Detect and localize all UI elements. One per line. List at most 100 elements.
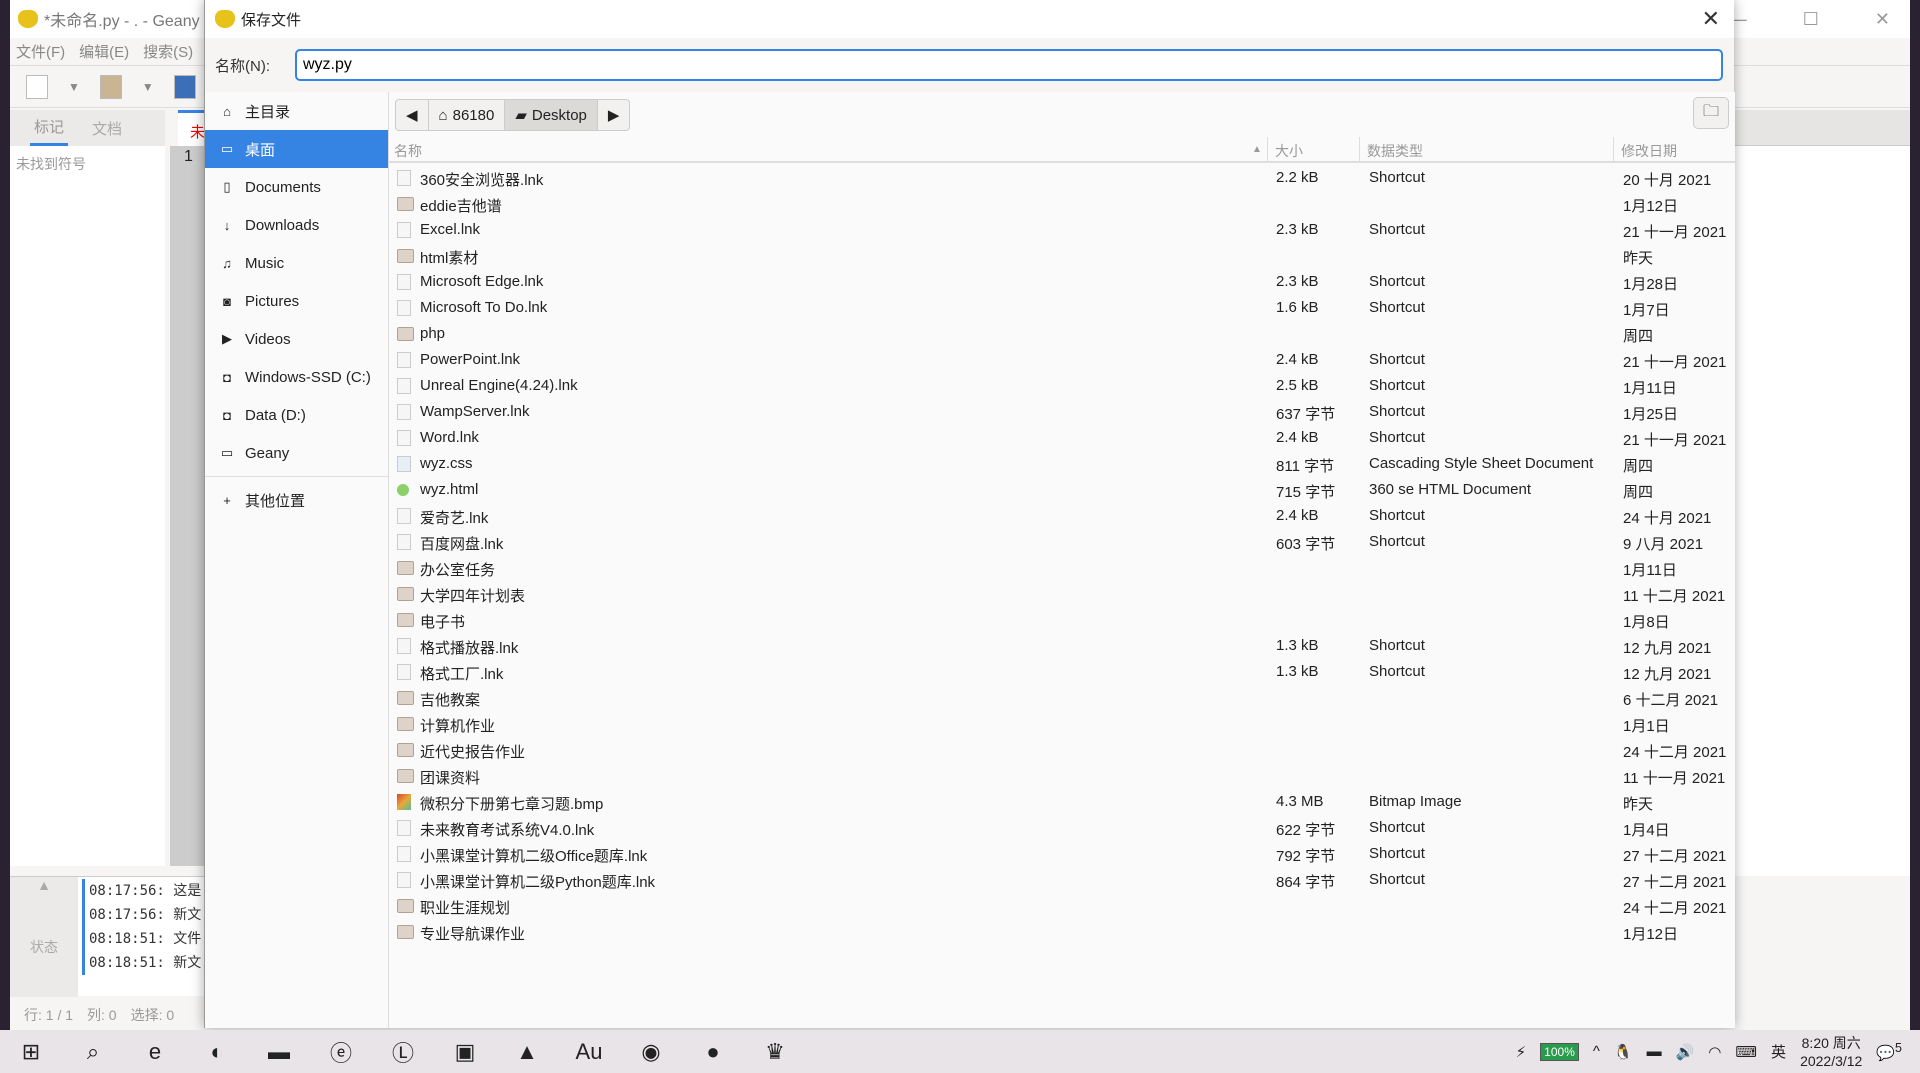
file-row[interactable]: 小黑课堂计算机二级Python题库.lnk 864 字节 Shortcut 27… bbox=[389, 867, 1735, 893]
sidebar-item-other-locations[interactable]: + 其他位置 bbox=[205, 481, 388, 519]
geany-icon[interactable]: ♛ bbox=[744, 1030, 806, 1073]
wifi-icon[interactable]: ◠ bbox=[1708, 1043, 1721, 1061]
file-row[interactable]: PowerPoint.lnk 2.4 kB Shortcut 21 十一月 20… bbox=[389, 347, 1735, 373]
tab-symbols[interactable]: 标记 bbox=[30, 110, 69, 147]
file-row[interactable]: 计算机作业 1月1日 bbox=[389, 711, 1735, 737]
sidebar-item--[interactable]: ⌂ 主目录 bbox=[205, 92, 388, 130]
maximize-icon[interactable]: ☐ bbox=[1803, 9, 1819, 30]
wechat-work-icon[interactable]: ▣ bbox=[434, 1030, 496, 1073]
sidebar-item-music[interactable]: ♫ Music bbox=[205, 244, 388, 282]
file-row[interactable]: Word.lnk 2.4 kB Shortcut 21 十一月 2021 bbox=[389, 425, 1735, 451]
column-modified[interactable]: 修改日期 bbox=[1621, 141, 1677, 161]
file-row[interactable]: 未来教育考试系统V4.0.lnk 622 字节 Shortcut 1月4日 bbox=[389, 815, 1735, 841]
file-row[interactable]: wyz.css 811 字节 Cascading Style Sheet Doc… bbox=[389, 451, 1735, 477]
browser-e-icon[interactable]: ⓔ bbox=[310, 1030, 372, 1073]
lark-icon[interactable]: Ⓛ bbox=[372, 1030, 434, 1073]
chevron-down-icon[interactable]: ▼ bbox=[68, 80, 80, 94]
open-file-icon[interactable] bbox=[99, 74, 122, 99]
sidebar-item-videos[interactable]: ▶ Videos bbox=[205, 320, 388, 358]
sidebar-item-data-d-[interactable]: ◘ Data (D:) bbox=[205, 396, 388, 434]
path-home-button[interactable]: ⌂ 86180 bbox=[429, 100, 506, 130]
search-icon[interactable]: ⌕ bbox=[62, 1030, 124, 1073]
keyboard-icon[interactable]: ⌨ bbox=[1735, 1043, 1757, 1061]
file-row[interactable]: wyz.html 715 字节 360 se HTML Document 周四 bbox=[389, 477, 1735, 503]
menu-file[interactable]: 文件(F) bbox=[16, 41, 65, 62]
filename-input[interactable] bbox=[295, 49, 1723, 81]
file-row[interactable]: 360安全浏览器.lnk 2.2 kB Shortcut 20 十月 2021 bbox=[389, 165, 1735, 191]
file-row[interactable]: 职业生涯规划 24 十二月 2021 bbox=[389, 893, 1735, 919]
file-size: 2.2 kB bbox=[1276, 169, 1319, 186]
sidebar-item-documents[interactable]: ▯ Documents bbox=[205, 168, 388, 206]
drive-icon: ◘ bbox=[223, 407, 231, 423]
file-row[interactable]: 电子书 1月8日 bbox=[389, 607, 1735, 633]
file-size: 603 字节 bbox=[1276, 536, 1336, 553]
close-icon[interactable]: ✕ bbox=[1875, 9, 1890, 30]
chevron-up-icon[interactable]: ▲ bbox=[10, 877, 78, 893]
file-row[interactable]: 专业导航课作业 1月12日 bbox=[389, 919, 1735, 945]
column-name[interactable]: 名称 bbox=[394, 141, 422, 161]
qq-icon[interactable]: 🐧 bbox=[1614, 1043, 1633, 1061]
path-back-button[interactable]: ◀ bbox=[396, 100, 429, 130]
name-row: 名称(N): bbox=[205, 38, 1734, 92]
file-row[interactable]: eddie吉他谱 1月12日 bbox=[389, 191, 1735, 217]
file-row[interactable]: 团课资料 11 十一月 2021 bbox=[389, 763, 1735, 789]
audition-icon[interactable]: Au bbox=[558, 1030, 620, 1073]
menu-edit[interactable]: 编辑(E) bbox=[79, 41, 129, 62]
tab-status[interactable]: 状态 bbox=[10, 937, 78, 957]
column-type[interactable]: 数据类型 bbox=[1367, 141, 1423, 161]
chevron-up-icon[interactable]: ^ bbox=[1593, 1043, 1600, 1060]
tab-documents[interactable]: 文档 bbox=[92, 118, 122, 139]
close-icon[interactable]: ✕ bbox=[1702, 6, 1720, 32]
sidebar-item--[interactable]: ▭ 桌面 bbox=[205, 130, 388, 168]
file-row[interactable]: 大学四年计划表 11 十二月 2021 bbox=[389, 581, 1735, 607]
file-row[interactable]: 爱奇艺.lnk 2.4 kB Shortcut 24 十月 2021 bbox=[389, 503, 1735, 529]
photos-icon[interactable]: ▲ bbox=[496, 1030, 558, 1073]
file-modified: 1月25日 bbox=[1623, 406, 1679, 423]
new-folder-button[interactable]: 🗀 bbox=[1693, 97, 1729, 129]
path-desktop-button[interactable]: ▰ Desktop bbox=[505, 100, 598, 130]
sidebar-item-downloads[interactable]: ↓ Downloads bbox=[205, 206, 388, 244]
file-row[interactable]: 吉他教案 6 十二月 2021 bbox=[389, 685, 1735, 711]
path-forward-button[interactable]: ▶ bbox=[598, 100, 630, 130]
file-type: Shortcut bbox=[1369, 169, 1425, 186]
sidebar-item-geany[interactable]: ▭ Geany bbox=[205, 434, 388, 472]
firefox-icon[interactable]: ◉ bbox=[620, 1030, 682, 1073]
column-size[interactable]: 大小 bbox=[1275, 141, 1303, 161]
battery-indicator[interactable]: 100% bbox=[1540, 1042, 1579, 1061]
volume-icon[interactable]: 🔊 bbox=[1676, 1043, 1695, 1061]
file-row[interactable]: Microsoft To Do.lnk 1.6 kB Shortcut 1月7日 bbox=[389, 295, 1735, 321]
ime-indicator[interactable]: 英 bbox=[1771, 1041, 1786, 1062]
file-row[interactable]: Unreal Engine(4.24).lnk 2.5 kB Shortcut … bbox=[389, 373, 1735, 399]
edge-icon[interactable]: ◐ bbox=[186, 1030, 248, 1073]
file-name: eddie吉他谱 bbox=[420, 198, 502, 215]
folder-icon bbox=[397, 925, 414, 939]
file-modified: 1月12日 bbox=[1623, 926, 1679, 943]
editor-area[interactable] bbox=[1734, 146, 1910, 876]
chevron-down-icon[interactable]: ▼ bbox=[142, 80, 154, 94]
save-icon[interactable] bbox=[173, 74, 196, 99]
file-row[interactable]: 格式播放器.lnk 1.3 kB Shortcut 12 九月 2021 bbox=[389, 633, 1735, 659]
power-icon[interactable]: ▬ bbox=[1647, 1043, 1662, 1060]
file-row[interactable]: Microsoft Edge.lnk 2.3 kB Shortcut 1月28日 bbox=[389, 269, 1735, 295]
file-row[interactable]: 近代史报告作业 24 十二月 2021 bbox=[389, 737, 1735, 763]
start-icon[interactable]: ⊞ bbox=[0, 1030, 62, 1073]
sidebar-item-pictures[interactable]: ◙ Pictures bbox=[205, 282, 388, 320]
file-row[interactable]: 办公室任务 1月11日 bbox=[389, 555, 1735, 581]
ie-icon[interactable]: e bbox=[124, 1030, 186, 1073]
clock[interactable]: 8:20 周六 2022/3/12 bbox=[1800, 1034, 1862, 1070]
new-file-icon[interactable] bbox=[26, 74, 48, 99]
file-row[interactable]: Excel.lnk 2.3 kB Shortcut 21 十一月 2021 bbox=[389, 217, 1735, 243]
file-row[interactable]: 小黑课堂计算机二级Office题库.lnk 792 字节 Shortcut 27… bbox=[389, 841, 1735, 867]
menu-search[interactable]: 搜索(S) bbox=[143, 41, 193, 62]
file-row[interactable]: WampServer.lnk 637 字节 Shortcut 1月25日 bbox=[389, 399, 1735, 425]
file-row[interactable]: html素材 昨天 bbox=[389, 243, 1735, 269]
notification-icon[interactable]: 💬5 bbox=[1876, 1041, 1902, 1062]
file-row[interactable]: php 周四 bbox=[389, 321, 1735, 347]
file-row[interactable]: 微积分下册第七章习题.bmp 4.3 MB Bitmap Image 昨天 bbox=[389, 789, 1735, 815]
avatar-app-icon[interactable]: ● bbox=[682, 1030, 744, 1073]
file-explorer-icon[interactable]: ▬ bbox=[248, 1030, 310, 1073]
file-row[interactable]: 百度网盘.lnk 603 字节 Shortcut 9 八月 2021 bbox=[389, 529, 1735, 555]
file-row[interactable]: 格式工厂.lnk 1.3 kB Shortcut 12 九月 2021 bbox=[389, 659, 1735, 685]
sidebar-item-windows-ssd-c-[interactable]: ◘ Windows-SSD (C:) bbox=[205, 358, 388, 396]
system-tray: ⚡ 100% ^ 🐧 ▬ 🔊 ◠ ⌨ 英 8:20 周六 2022/3/12 💬5 bbox=[1516, 1030, 1920, 1073]
